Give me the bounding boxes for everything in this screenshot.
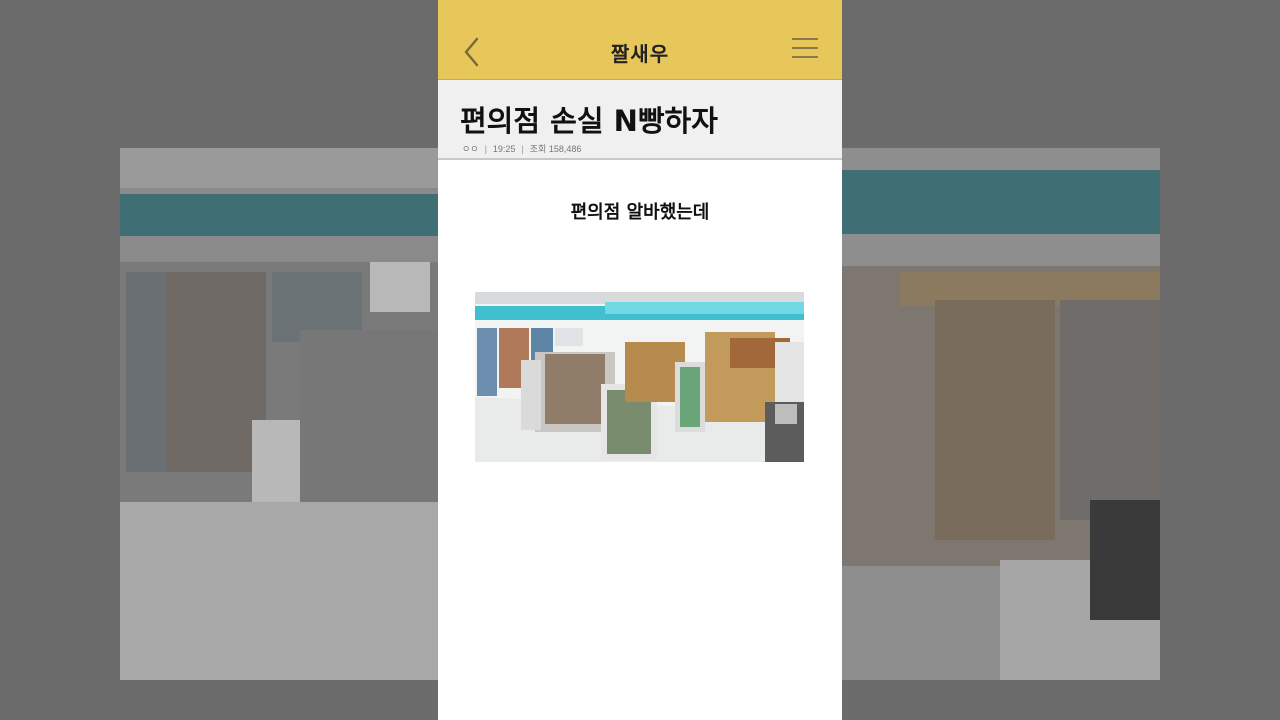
hamburger-menu-button[interactable] bbox=[792, 38, 818, 66]
post-views-label: 조회 bbox=[529, 144, 547, 154]
post-views-count: 158,486 bbox=[548, 144, 582, 154]
phone-screen: 짤새우 편의점 손실 N빵하자 ㅇㅇ | 19:25 | 조회 158,486 편의점 … bbox=[438, 0, 842, 720]
convenience-store-illustration bbox=[475, 292, 804, 462]
post-body-text: 편의점 알바했는데 bbox=[570, 202, 710, 223]
post-time: 19:25 bbox=[492, 144, 516, 154]
meta-separator: | bbox=[521, 144, 524, 154]
menu-icon-line bbox=[792, 56, 818, 58]
app-title: 짤새우 bbox=[610, 42, 670, 66]
post-title: 편의점 손실 N빵하자 bbox=[460, 104, 718, 138]
hamburger-menu-icon bbox=[792, 38, 818, 40]
post-header: 편의점 손실 N빵하자 ㅇㅇ | 19:25 | 조회 158,486 bbox=[438, 80, 842, 160]
meta-separator: | bbox=[484, 144, 487, 154]
menu-icon-line bbox=[792, 47, 818, 49]
top-app-bar: 짤새우 bbox=[438, 0, 842, 80]
post-meta: ㅇㅇ | 19:25 | 조회 158,486 bbox=[462, 142, 581, 155]
post-image bbox=[475, 292, 804, 462]
post-author: ㅇㅇ bbox=[462, 144, 479, 154]
